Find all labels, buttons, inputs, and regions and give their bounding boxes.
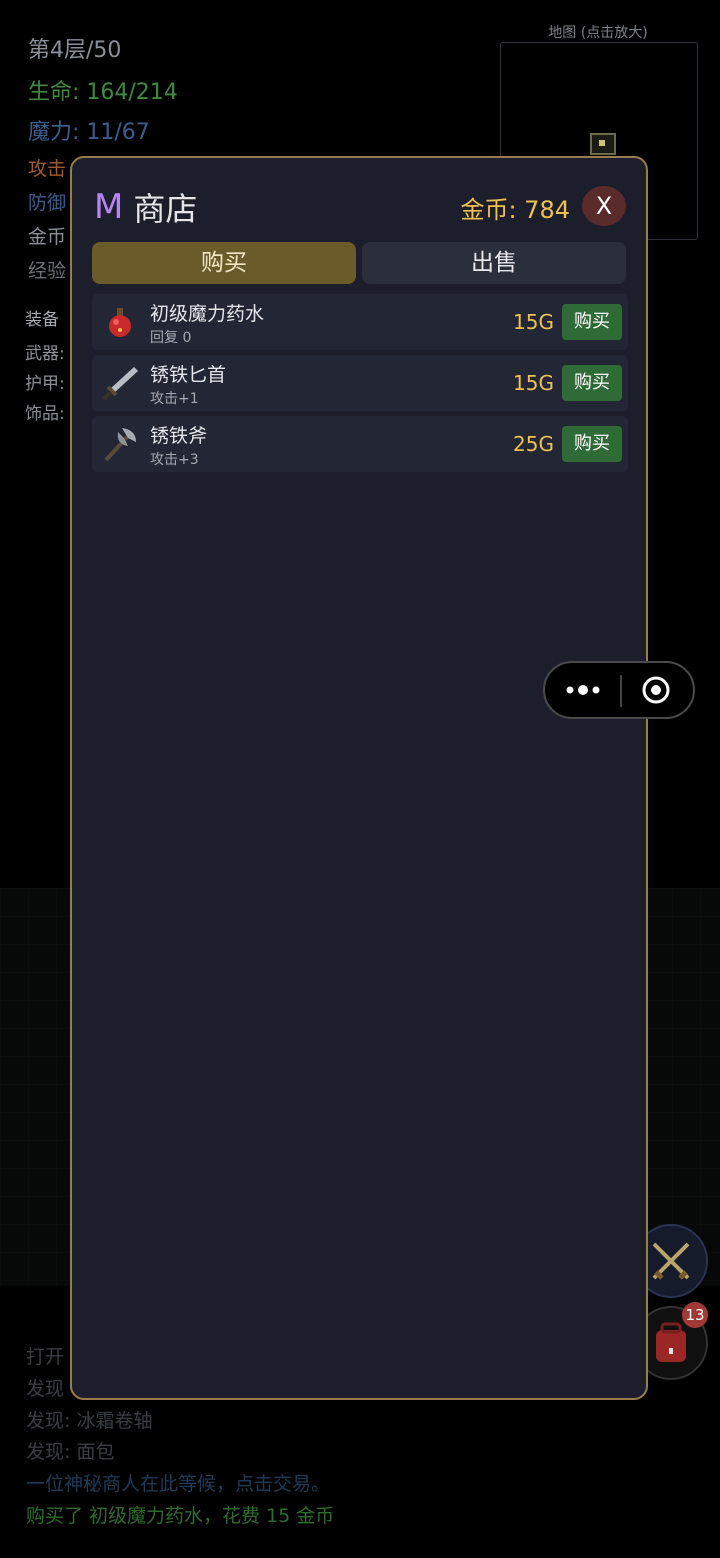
equipment-header: 装备 <box>25 310 59 330</box>
attack-stat: 攻击 <box>28 158 67 180</box>
weapon-slot[interactable]: 武器: <box>25 339 65 364</box>
item-name: 锈铁匕首 <box>150 364 227 386</box>
exp-stat: 经验 <box>28 260 67 282</box>
shop-item: 初级魔力药水 回复 0 15G 购买 <box>92 294 628 350</box>
gold-stat: 金币 <box>28 226 67 248</box>
shop-dialog: M 商店 金币: 784 X 购买 出售 初级魔力药水 回复 0 15G 购买 … <box>70 156 648 1400</box>
accessory-slot[interactable]: 饰品: <box>25 399 65 424</box>
dagger-icon <box>102 367 138 401</box>
potion-icon <box>109 308 131 337</box>
log-line: 发现: 面包 <box>26 1441 115 1463</box>
shop-item: 锈铁匕首 攻击+1 15G 购买 <box>92 355 628 411</box>
log-line: 打开 <box>26 1346 65 1368</box>
inventory-count-badge: 13 <box>682 1302 708 1328</box>
item-description: 回复 0 <box>150 330 192 346</box>
tab-buy[interactable]: 购买 <box>92 242 356 284</box>
floor-indicator: 第4层/50 <box>28 38 122 63</box>
more-options-icon[interactable] <box>565 679 601 701</box>
item-description: 攻击+3 <box>150 452 199 468</box>
shop-title-bar: M 商店 <box>94 184 197 230</box>
item-description: 攻击+1 <box>150 391 199 407</box>
defense-stat: 防御 <box>28 192 67 214</box>
tab-sell[interactable]: 出售 <box>362 242 626 284</box>
buy-button[interactable]: 购买 <box>562 304 622 340</box>
capsule-divider <box>620 675 622 707</box>
close-mini-program-icon[interactable] <box>641 675 671 705</box>
log-line: 购买了 初级魔力药水，花费 15 金币 <box>26 1505 335 1527</box>
hp-stat: 生命: 164/214 <box>28 80 178 105</box>
shop-item: 锈铁斧 攻击+3 25G 购买 <box>92 416 628 472</box>
close-button[interactable]: X <box>582 186 626 226</box>
axe-icon <box>104 428 136 462</box>
item-name: 锈铁斧 <box>150 425 208 447</box>
mp-stat: 魔力: 11/67 <box>28 120 150 145</box>
item-price: 25G <box>513 432 554 456</box>
minimap-label: 地图 (点击放大) <box>548 25 648 41</box>
buy-button[interactable]: 购买 <box>562 365 622 401</box>
item-price: 15G <box>513 371 554 395</box>
item-price: 15G <box>513 310 554 334</box>
gold-balance: 金币: 784 <box>460 196 570 224</box>
minimap-player-tile <box>590 133 616 155</box>
log-line: 发现 <box>26 1378 65 1400</box>
log-line: 一位神秘商人在此等候，点击交易。 <box>26 1473 331 1495</box>
shop-title: 商店 <box>133 190 198 228</box>
item-name: 初级魔力药水 <box>150 303 265 325</box>
armor-slot[interactable]: 护甲: <box>25 369 65 394</box>
log-line: 发现: 冰霜卷轴 <box>26 1410 153 1432</box>
mini-program-capsule <box>543 661 695 719</box>
merchant-icon: M <box>94 187 124 227</box>
buy-button[interactable]: 购买 <box>562 426 622 462</box>
